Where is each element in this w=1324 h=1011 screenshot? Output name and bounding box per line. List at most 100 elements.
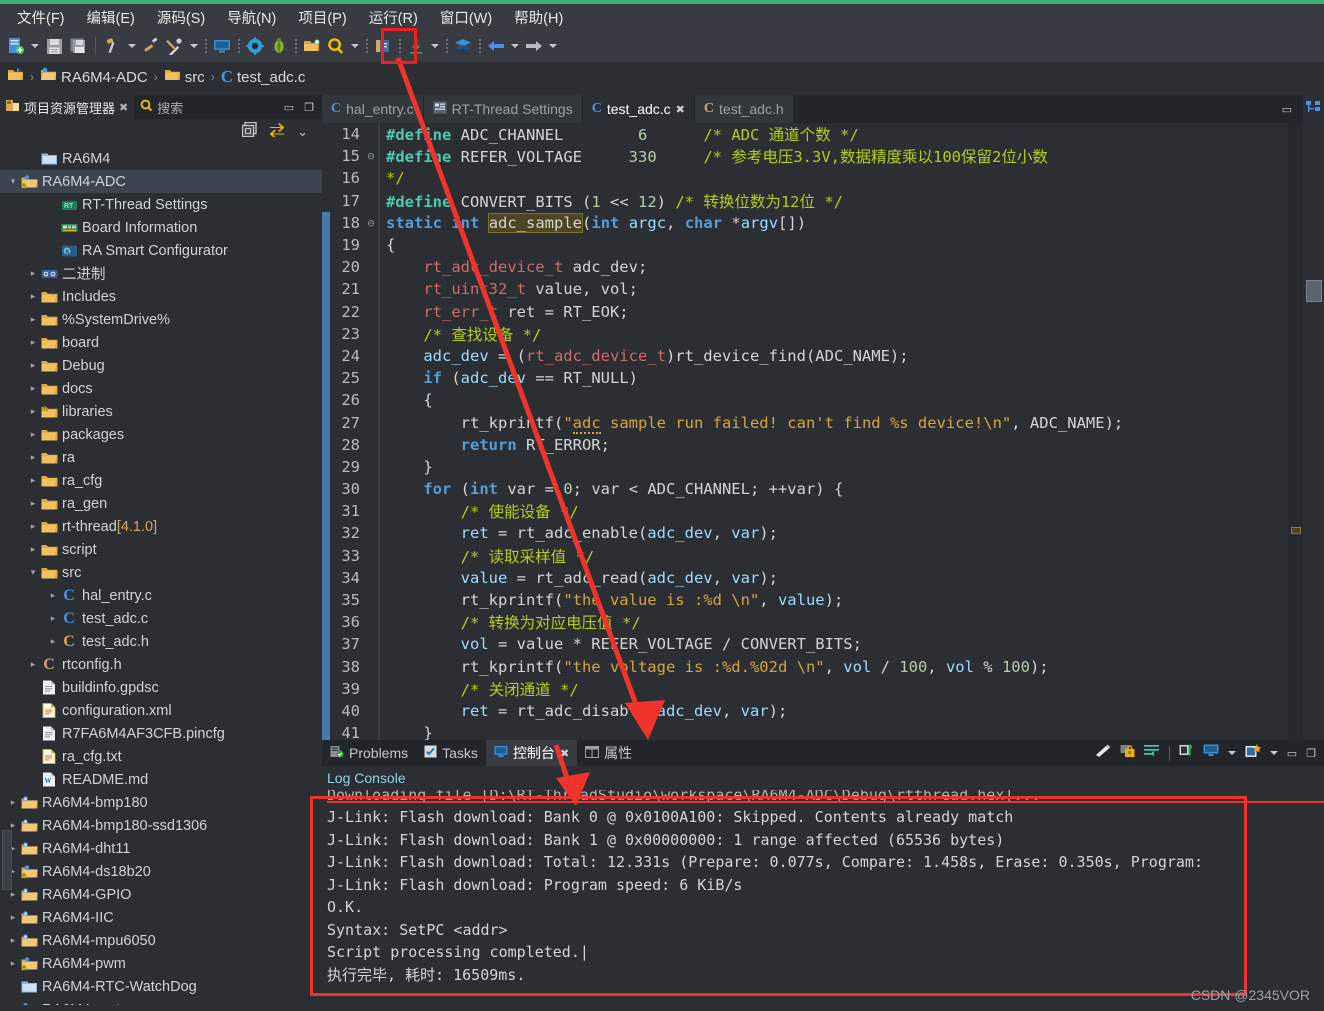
search-dropdown-icon[interactable] [348,34,362,58]
build-hammer-icon[interactable] [101,34,125,58]
console-tab-tasks[interactable]: Tasks [416,740,486,766]
chevron-right-icon[interactable]: ▸ [26,452,40,463]
minimize-icon[interactable]: ▭ [1282,103,1292,116]
tree-item-ra6m4-adc[interactable]: ▾ RA6M4-ADC [0,170,322,193]
layers-icon[interactable] [451,34,475,58]
tree-item-ra6m4[interactable]: RA6M4 [0,147,322,170]
display-dropdown-icon[interactable] [1227,751,1236,755]
terminal-icon[interactable] [210,34,234,58]
tree-item-debug[interactable]: ▸ Debug [0,354,322,377]
view-menu-icon[interactable]: ⌄ [297,124,308,140]
tree-item-ra6m4-gpio[interactable]: ▸ RA6M4-GPIO [0,883,322,906]
tree-item-includes[interactable]: ▸ C Includes [0,285,322,308]
save-all-icon[interactable] [66,34,90,58]
display-console-icon[interactable] [1203,744,1219,762]
link-editor-icon[interactable] [241,121,257,142]
fold-marker[interactable]: ⊖ [364,216,378,230]
code-area[interactable]: 14 #define ADC_CHANNEL 6 /* ADC 通道个数 */ 1… [322,123,1324,740]
chevron-down-icon[interactable]: ▾ [6,176,20,187]
new-file-dropdown-icon[interactable] [28,34,42,58]
chevron-right-icon[interactable]: ▸ [26,521,40,532]
chevron-right-icon[interactable]: ▸ [46,613,60,624]
console-tab-problems[interactable]: Problems [322,740,417,766]
breadcrumb-item-project[interactable]: RA6M4-ADC [61,69,148,86]
build-tools-icon[interactable] [163,34,187,58]
clean-icon[interactable] [139,34,163,58]
editor-tab-test-adc-c[interactable]: C test_adc.c ✖ [582,95,695,123]
tree-item-ra-cfg[interactable]: ▸ ra_cfg [0,469,322,492]
lock-scroll-icon[interactable] [1120,744,1135,763]
chevron-right-icon[interactable]: ▸ [26,337,40,348]
chevron-right-icon[interactable]: ▸ [26,475,40,486]
tree-item-script[interactable]: ▸ script [0,538,322,561]
tree-item-ra6m4-iic[interactable]: ▸ RA6M4-IIC [0,906,322,929]
editor-overview-ruler[interactable] [1288,123,1303,740]
chevron-right-icon[interactable]: ▸ [26,268,40,279]
minimize-icon[interactable]: ▭ [284,101,294,114]
menu-file[interactable]: 文件(F) [6,5,76,30]
chevron-right-icon[interactable]: ▸ [26,314,40,325]
menu-edit[interactable]: 编辑(E) [76,5,146,30]
maximize-icon[interactable]: ❐ [304,101,314,114]
fold-marker[interactable]: ⊖ [364,149,378,163]
sidebar-scrollbar[interactable] [2,830,12,890]
sidebar-tab-search[interactable]: 搜索 [134,95,190,119]
tree-item-rtconfig-h[interactable]: ▸ Crtconfig.h [0,653,322,676]
menu-project[interactable]: 项目(P) [287,5,357,30]
chevron-right-icon[interactable]: ▸ [6,958,20,969]
tree-item-test-adc-c[interactable]: ▸ Ctest_adc.c [0,607,322,630]
editor-tab-test-adc-h[interactable]: C test_adc.h [694,95,794,123]
tree-item-ra-smart-configurator[interactable]: S RA Smart Configurator [0,239,322,262]
tree-item-rt-thread[interactable]: ▸ rt-thread [4.1.0] [0,515,322,538]
maximize-icon[interactable]: ❐ [1306,747,1316,760]
breadcrumb-item-file[interactable]: test_adc.c [237,69,305,86]
chevron-right-icon[interactable]: ▸ [26,406,40,417]
editor-tab-hal-entry[interactable]: C hal_entry.c [322,95,424,123]
back-arrow-icon[interactable] [484,34,508,58]
tree-item-board[interactable]: ▸ board [0,331,322,354]
tree-item-ra6m4-bmp180[interactable]: ▸ RA6M4-bmp180 [0,791,322,814]
chevron-down-icon[interactable]: ▾ [26,567,40,578]
tree-item-[interactable]: ▸ 二进制 [0,262,322,285]
tree-item-r7fa6m4af3cfb-pincfg[interactable]: R7FA6M4AF3CFB.pincfg [0,722,322,745]
chevron-right-icon[interactable]: ▸ [6,1004,20,1005]
project-tree[interactable]: RA6M4 ▾ RA6M4-ADC RT RT-Thread Settings Board… [0,145,322,1005]
tree-item-ra6m4-mpu6050[interactable]: ▸ RA6M4-mpu6050 [0,929,322,952]
console-tab-properties[interactable]: 属性 [577,740,641,766]
forward-dropdown-icon[interactable] [546,34,560,58]
back-dropdown-icon[interactable] [508,34,522,58]
sidebar-tab-project-explorer[interactable]: 项目资源管理器 ✖ [0,95,135,119]
tree-item-ra6m4-dht11[interactable]: ▸ RA6M4-dht11 [0,837,322,860]
new-console-dropdown-icon[interactable] [1269,751,1278,755]
build-dropdown-icon[interactable] [125,34,139,58]
chevron-right-icon[interactable]: ▸ [6,912,20,923]
tree-item-ra6m4-pwm[interactable]: ▸ RA6M4-pwm [0,952,322,975]
tree-item-ra6m4-bmp180-ssd1306[interactable]: ▸ RA6M4-bmp180-ssd1306 [0,814,322,837]
chevron-right-icon[interactable]: ▸ [6,935,20,946]
outline-view-icon[interactable] [1303,95,1324,116]
forward-arrow-icon[interactable] [522,34,546,58]
sync-icon[interactable] [269,122,285,142]
chevron-right-icon[interactable]: ▸ [6,797,20,808]
debug-bug-icon[interactable] [267,34,291,58]
tree-item-systemdrive[interactable]: ▸ %SystemDrive% [0,308,322,331]
tree-item-buildinfo-gpdsc[interactable]: buildinfo.gpdsc [0,676,322,699]
tree-item-ra6m4-ds18b20[interactable]: ▸ RA6M4-ds18b20 [0,860,322,883]
tree-item-test-adc-h[interactable]: ▸ Ctest_adc.h [0,630,322,653]
chevron-right-icon[interactable]: ▸ [46,636,60,647]
chevron-right-icon[interactable]: ▸ [26,659,40,670]
menu-source[interactable]: 源码(S) [146,5,216,30]
word-wrap-icon[interactable] [1143,744,1160,763]
chevron-right-icon[interactable]: ▸ [26,498,40,509]
close-icon[interactable]: ✖ [560,747,569,760]
new-file-icon[interactable] [4,34,28,58]
clear-console-icon[interactable] [1095,744,1111,763]
chevron-right-icon[interactable]: ▸ [46,590,60,601]
tree-item-hal-entry-c[interactable]: ▸ Chal_entry.c [0,584,322,607]
tree-item-configuration-xml[interactable]: configuration.xml [0,699,322,722]
console-tab-console[interactable]: 控制台 ✖ [485,740,578,766]
right-dock-minimized-view[interactable] [1306,280,1322,302]
close-icon[interactable]: ✖ [119,101,128,114]
close-icon[interactable]: ✖ [676,103,685,116]
tree-item-libraries[interactable]: ▸ libraries [0,400,322,423]
